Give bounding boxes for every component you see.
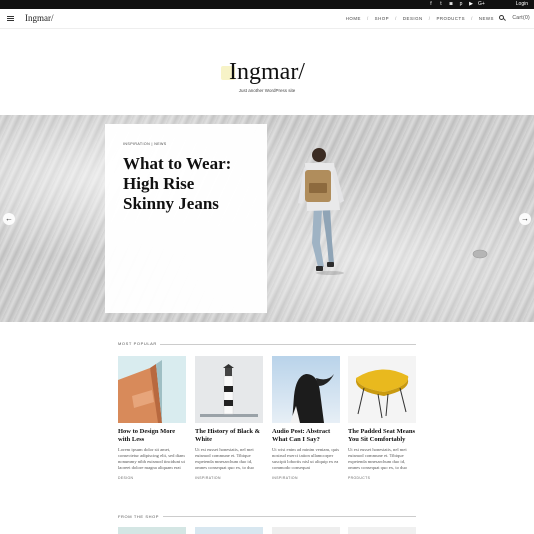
- post-excerpt: Ut wisi enim ad minim veniam, quis nostr…: [272, 447, 339, 470]
- hero-post-categories[interactable]: INSPIRATION | NEWS: [123, 142, 249, 146]
- post-card[interactable]: The Padded Seat Means You Sit Comfortabl…: [348, 356, 416, 480]
- social-icons: f t ◙ p ▶ G+: [428, 1, 485, 7]
- post-category[interactable]: DESIGN: [118, 476, 186, 480]
- hero-slider[interactable]: INSPIRATION | NEWS What to Wear: High Ri…: [0, 115, 534, 322]
- youtube-icon[interactable]: ▶: [468, 1, 474, 7]
- site-tagline: Just another WordPress site: [238, 88, 296, 93]
- from-the-shop-heading: FROM THE SHOP: [118, 514, 160, 519]
- post-thumbnail[interactable]: [195, 356, 263, 423]
- nav-item-home[interactable]: HOME: [346, 16, 361, 21]
- shop-product-thumbnail[interactable]: [348, 527, 416, 534]
- facebook-icon[interactable]: f: [428, 1, 434, 7]
- nav-item-shop[interactable]: SHOP: [375, 16, 389, 21]
- post-card[interactable]: Audio Post: Abstract What Can I Say? Ut …: [272, 356, 340, 480]
- shop-product-thumbnail[interactable]: [118, 527, 186, 534]
- post-excerpt: Lorem ipsum dolor sit amet, consectetur …: [118, 447, 185, 470]
- login-link[interactable]: Login: [516, 1, 528, 8]
- site-title[interactable]: Ingmar/: [0, 59, 534, 86]
- main-nav: Ingmar/ HOME / SHOP / DESIGN / PRODUCTS …: [0, 9, 534, 29]
- post-title[interactable]: The Padded Seat Means You Sit Comfortabl…: [348, 428, 416, 444]
- post-category[interactable]: INSPIRATION: [272, 476, 340, 480]
- slider-prev-arrow-icon[interactable]: ←: [3, 213, 15, 225]
- hero-image-walker: [298, 148, 488, 275]
- post-excerpt: Ut est eusset honestatis, nel mei euismo…: [195, 447, 254, 470]
- post-thumbnail[interactable]: [348, 356, 416, 423]
- twitter-icon[interactable]: t: [438, 1, 444, 7]
- post-category[interactable]: PRODUCTS: [348, 476, 416, 480]
- slider-next-arrow-icon[interactable]: →: [519, 213, 531, 225]
- post-card[interactable]: The History of Black & White Ut est euss…: [195, 356, 263, 480]
- nav-item-news[interactable]: NEWS: [479, 16, 494, 21]
- nav-item-products[interactable]: PRODUCTS: [436, 16, 465, 21]
- shop-product-thumbnail[interactable]: [195, 527, 263, 534]
- shop-product-thumbnail[interactable]: [272, 527, 340, 534]
- post-title[interactable]: Audio Post: Abstract What Can I Say?: [272, 428, 340, 444]
- section-divider: [160, 344, 416, 345]
- nav-menu: HOME / SHOP / DESIGN / PRODUCTS / NEWS: [346, 16, 494, 21]
- nav-separator: /: [366, 16, 369, 21]
- pinterest-icon[interactable]: p: [458, 1, 464, 7]
- post-category[interactable]: INSPIRATION: [195, 476, 263, 480]
- post-excerpt: Ut est eusset honestatis, nel mei euismo…: [348, 447, 407, 470]
- post-card[interactable]: How to Design More with Less Lorem ipsum…: [118, 356, 186, 480]
- nav-separator: /: [395, 16, 397, 21]
- hamburger-menu-icon[interactable]: [7, 16, 14, 21]
- hero-post-title[interactable]: What to Wear: High Rise Skinny Jeans: [123, 154, 249, 214]
- post-title[interactable]: How to Design More with Less: [118, 428, 186, 444]
- search-icon[interactable]: [499, 15, 504, 20]
- nav-separator: /: [428, 16, 431, 21]
- cart-link[interactable]: Cart(0): [512, 15, 530, 21]
- most-popular-heading: MOST POPULAR: [118, 341, 157, 346]
- nav-logo[interactable]: Ingmar/: [25, 13, 54, 23]
- post-thumbnail[interactable]: [118, 356, 186, 423]
- nav-item-design[interactable]: DESIGN: [403, 16, 423, 21]
- top-bar: f t ◙ p ▶ G+ Login: [0, 0, 534, 9]
- section-divider: [163, 516, 416, 517]
- post-thumbnail[interactable]: [272, 356, 340, 423]
- post-title[interactable]: The History of Black & White: [195, 428, 263, 444]
- google-plus-icon[interactable]: G+: [478, 1, 485, 7]
- nav-separator: /: [471, 16, 473, 21]
- instagram-icon[interactable]: ◙: [448, 1, 454, 7]
- hero-post-card[interactable]: INSPIRATION | NEWS What to Wear: High Ri…: [105, 124, 267, 313]
